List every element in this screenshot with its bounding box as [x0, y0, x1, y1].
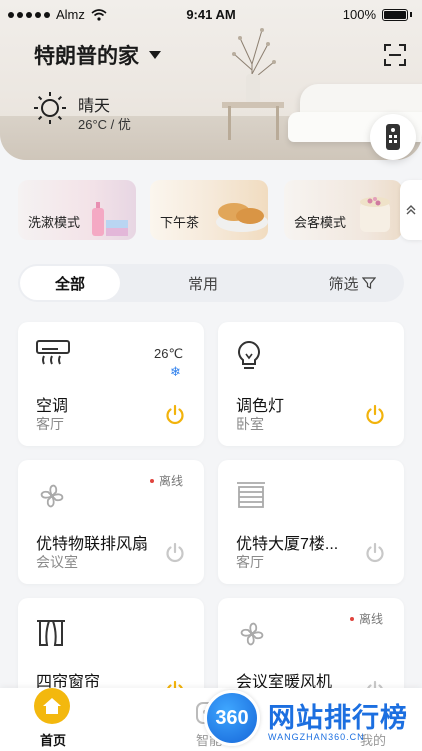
- chevron-up-double-icon: [406, 205, 416, 215]
- offline-dot-icon: [150, 478, 154, 483]
- tea-cup-image: [360, 197, 390, 232]
- offline-badge: 离线: [350, 610, 383, 627]
- curtain-box-icon: [237, 482, 265, 508]
- offline-label: 离线: [159, 474, 184, 488]
- offline-label: 离线: [359, 612, 384, 626]
- device-room: 卧室: [236, 416, 264, 432]
- battery-icon: [382, 8, 408, 21]
- offline-dot-icon: [350, 616, 354, 621]
- watermark-title: 网站排行榜: [268, 703, 408, 733]
- scene-list: 洗漱模式 下午茶 会客模式: [18, 180, 422, 240]
- table-leg: [276, 106, 279, 140]
- home-name-label: 特朗普的家: [34, 45, 139, 68]
- device-card-building-7f[interactable]: 优特大厦7楼... 客厅: [218, 460, 404, 584]
- battery-percent: 100%: [342, 7, 376, 22]
- vase-decoration: [246, 74, 260, 104]
- collapse-scenes-button[interactable]: [400, 180, 422, 240]
- table-leg: [228, 106, 231, 140]
- device-name: 空调: [36, 398, 69, 415]
- fan-icon: [240, 622, 264, 646]
- scene-card-guest[interactable]: 会客模式: [284, 180, 402, 240]
- battery-tip: [410, 12, 412, 17]
- home-icon: [34, 688, 70, 724]
- fan-icon: [40, 484, 64, 508]
- air-conditioner-icon: [36, 340, 70, 365]
- home-header-banner: Almz 9:41 AM 100% 特朗普的家 晴天 26°C / 优: [0, 0, 422, 160]
- device-name: 优特大厦7楼...: [236, 536, 339, 553]
- scene-label: 下午茶: [160, 215, 200, 230]
- device-temperature: 26℃: [154, 346, 184, 361]
- home-selector[interactable]: 特朗普的家: [34, 40, 161, 70]
- device-room: 客厅: [236, 554, 264, 570]
- bulb-icon: [238, 340, 260, 369]
- weather-condition: 晴天: [78, 98, 111, 115]
- scene-label: 会客模式: [294, 215, 347, 230]
- device-card-air-conditioner[interactable]: 26℃ ❄ 空调 客厅: [18, 322, 204, 446]
- device-card-exhaust-fan[interactable]: 离线 优特物联排风扇 会议室: [18, 460, 204, 584]
- nav-home-label: 首页: [39, 733, 66, 748]
- curtain-icon: [37, 620, 65, 646]
- device-room: 会议室: [36, 554, 78, 570]
- toiletries-image: [92, 202, 128, 236]
- croissant-image: [216, 203, 268, 232]
- watermark-logo: 360: [204, 690, 260, 746]
- power-icon[interactable]: [164, 404, 186, 426]
- site-watermark: 360 网站排行榜 WANGZHAN360.CN: [196, 688, 422, 751]
- remote-control-button[interactable]: [370, 114, 416, 160]
- scene-card-wash[interactable]: 洗漱模式: [18, 180, 136, 240]
- scan-icon[interactable]: [383, 43, 407, 67]
- scene-card-afternoon-tea[interactable]: 下午茶: [150, 180, 268, 240]
- offline-badge: 离线: [150, 472, 183, 489]
- filter-icon: [361, 277, 376, 289]
- device-filter-tabs: 全部 常用 筛选: [18, 264, 404, 302]
- power-icon[interactable]: [364, 542, 386, 564]
- caret-down-icon: [149, 51, 161, 59]
- tab-common[interactable]: 常用: [168, 264, 238, 302]
- device-card-color-light[interactable]: 调色灯 卧室: [218, 322, 404, 446]
- tab-filter[interactable]: 筛选: [312, 264, 392, 302]
- sun-icon: [34, 92, 66, 124]
- power-icon[interactable]: [364, 404, 386, 426]
- side-table-decoration: [222, 102, 284, 108]
- device-name: 优特物联排风扇: [36, 536, 149, 553]
- scene-label: 洗漱模式: [28, 215, 81, 230]
- power-icon[interactable]: [164, 542, 186, 564]
- filter-label: 筛选: [328, 275, 359, 293]
- watermark-url: WANGZHAN360.CN: [268, 732, 365, 742]
- weather-detail: 26°C / 优: [78, 117, 131, 132]
- device-room: 客厅: [36, 416, 64, 432]
- nav-home[interactable]: 首页: [30, 688, 76, 748]
- snowflake-icon: ❄: [170, 364, 181, 379]
- status-bar: Almz 9:41 AM 100%: [0, 0, 422, 30]
- remote-icon: [386, 124, 400, 150]
- tab-all[interactable]: 全部: [20, 266, 120, 300]
- device-name: 调色灯: [236, 398, 285, 415]
